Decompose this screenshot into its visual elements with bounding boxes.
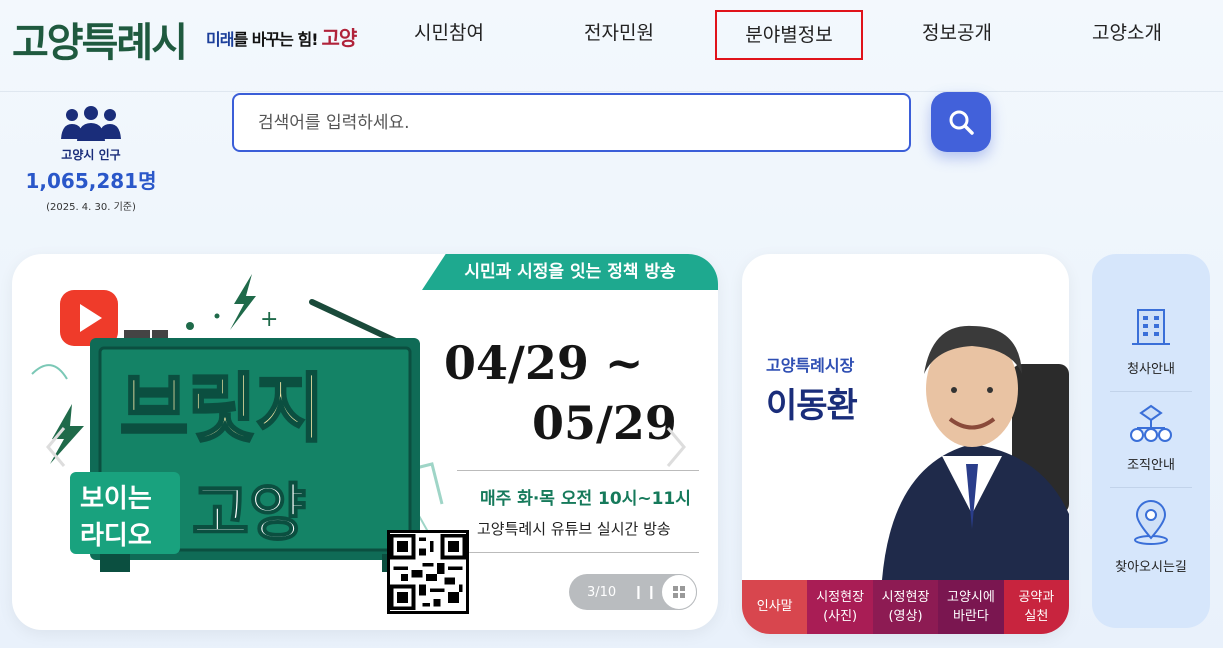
pause-button[interactable]: ❙❙ xyxy=(633,585,661,600)
search-box xyxy=(232,93,911,152)
banner-schedule: 매주 화·목 오전 10시~11시 xyxy=(480,489,691,509)
main-nav: 시민참여 전자민원 분야별정보 정보공개 고양소개 xyxy=(380,10,1223,60)
mayor-tab-pledges[interactable]: 공약과 실천 xyxy=(1003,580,1069,634)
mayor-photo xyxy=(882,325,1069,580)
nav-item-info-disclosure[interactable]: 정보공개 xyxy=(912,10,1002,60)
mayor-tab-suggestions[interactable]: 고양시에 바란다 xyxy=(938,580,1004,634)
building-icon xyxy=(1132,309,1170,345)
people-icon xyxy=(61,106,121,141)
banner-ribbon: 시민과 시정을 잇는 정책 방송 xyxy=(422,254,718,290)
art-title-sub1: 보이는 xyxy=(80,484,152,514)
bridge-radio-artwork: + 브릿지 보이는 라디오 고양 xyxy=(31,274,452,585)
mayor-card: 고양특례시장 이동환 인사말 시정현장 (사진) 시정현장 (영상) 고양시에 바란다… xyxy=(742,254,1069,634)
quick-item-city-hall[interactable]: 청사안내 xyxy=(1092,306,1210,377)
banner-prev-button[interactable] xyxy=(42,422,72,472)
slogan-part1: 미래 xyxy=(206,30,234,49)
main-banner[interactable]: + 브릿지 보이는 라디오 고양 시민과 시정을 잇는 정책 방송 04/29 … xyxy=(12,254,718,630)
slogan: 미래를 바꾸는 힘! 고양 xyxy=(206,22,358,51)
quick-item-label: 청사안내 xyxy=(1127,362,1175,377)
art-title-top: 브릿지 xyxy=(120,366,324,452)
banner-subtitle: 고양특례시 유튜브 실시간 방송 xyxy=(477,520,671,538)
mayor-name: 이동환 xyxy=(766,386,858,426)
banner-date-start: 04/29 ~ xyxy=(444,336,644,390)
search-button[interactable] xyxy=(931,92,991,152)
art-title-sub2: 라디오 xyxy=(80,521,152,551)
site-header: 고양특례시 미래를 바꾸는 힘! 고양 시민참여 전자민원 분야별정보 정보공개 … xyxy=(0,0,1223,92)
quick-item-label: 조직안내 xyxy=(1127,458,1175,473)
banner-page-counter: 3/10 xyxy=(587,584,617,600)
quick-divider xyxy=(1110,391,1192,392)
mayor-tab-field-video[interactable]: 시정현장 (영상) xyxy=(872,580,939,634)
art-title-main: 고양 xyxy=(192,476,306,549)
nav-item-citizen-participation[interactable]: 시민참여 xyxy=(404,10,494,60)
banner-divider xyxy=(457,552,699,553)
quick-item-directions[interactable]: 찾아오시는길 xyxy=(1092,500,1210,575)
search-icon xyxy=(949,110,974,135)
view-all-button[interactable] xyxy=(661,574,697,610)
nav-item-goyang-intro[interactable]: 고양소개 xyxy=(1082,10,1172,60)
nav-item-field-info[interactable]: 분야별정보 xyxy=(715,10,863,60)
quick-item-label: 찾아오시는길 xyxy=(1115,560,1187,575)
population-label: 고양시 인구 xyxy=(61,148,121,162)
banner-next-button[interactable] xyxy=(660,422,690,472)
search-input[interactable] xyxy=(234,95,909,150)
grid-icon xyxy=(673,586,685,598)
location-pin-icon xyxy=(1134,500,1168,545)
population-date: (2025. 4. 30. 기준) xyxy=(46,202,136,213)
banner-date-end: 05/29 xyxy=(532,396,677,450)
qr-code xyxy=(387,530,469,614)
population-widget: 고양시 인구 1,065,281명 (2025. 4. 30. 기준) xyxy=(20,106,162,213)
quick-menu: 청사안내 조직안내 찾아오시는길 xyxy=(1092,254,1210,628)
mayor-tab-field-photo[interactable]: 시정현장 (사진) xyxy=(807,580,873,634)
org-chart-icon xyxy=(1130,404,1172,442)
quick-item-organization[interactable]: 조직안내 xyxy=(1092,404,1210,473)
mayor-tabs: 인사말 시정현장 (사진) 시정현장 (영상) 고양시에 바란다 공약과 실천 xyxy=(742,580,1069,634)
quick-divider xyxy=(1110,487,1192,488)
slogan-part2: 를 바꾸는 힘! xyxy=(233,30,318,49)
mayor-tab-greeting[interactable]: 인사말 xyxy=(742,580,808,634)
slogan-part3: 고양 xyxy=(321,26,358,50)
mayor-title: 고양특례시장 xyxy=(766,356,855,375)
banner-pager: 3/10 ❙❙ xyxy=(569,574,697,610)
svg-text:+: + xyxy=(260,307,278,332)
site-logo[interactable]: 고양특례시 xyxy=(12,10,188,68)
population-value: 1,065,281명 xyxy=(25,169,157,193)
nav-item-e-civil-service[interactable]: 전자민원 xyxy=(574,10,664,60)
